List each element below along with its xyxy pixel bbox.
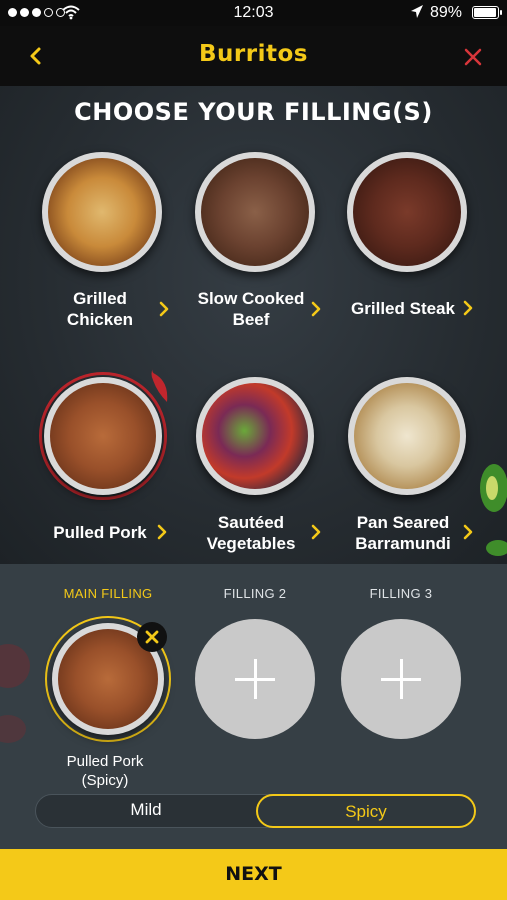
grilled-steak-image	[347, 152, 467, 272]
chili-pepper-icon	[151, 368, 168, 402]
slow-cooked-beef-image	[195, 152, 315, 272]
pepper-decoration-icon	[0, 644, 30, 743]
chevron-right-icon	[463, 524, 473, 540]
filling-label: Grilled Chicken	[66, 289, 134, 329]
filling-label: Slow Cooked Beef	[197, 289, 305, 329]
filling-label: Pan Seared Barramundi	[355, 513, 451, 553]
page-title: Burritos	[199, 41, 308, 67]
jalapeno-decoration-icon	[480, 464, 507, 556]
selected-filling-name: Pulled Pork (Spicy)	[66, 753, 144, 789]
battery-icon	[472, 6, 502, 19]
chevron-right-icon	[157, 524, 167, 540]
mild-option[interactable]: Mild	[36, 794, 256, 828]
next-button[interactable]: NEXT	[0, 849, 507, 900]
pulled-pork-image	[44, 377, 162, 495]
filling-2-add-slot[interactable]	[195, 619, 315, 739]
filling-2-label: FILLING 2	[223, 586, 287, 601]
filling-label: Pulled Pork	[53, 523, 147, 542]
chevron-right-icon	[159, 301, 169, 317]
remove-filling-button[interactable]	[137, 622, 167, 652]
section-heading: CHOOSE YOUR FILLING(S)	[74, 98, 433, 126]
filling-3-label: FILLING 3	[369, 586, 433, 601]
filling-3-add-slot[interactable]	[341, 619, 461, 739]
status-bar: 12:03 89%	[0, 0, 507, 26]
close-x-icon	[145, 630, 159, 644]
spicy-option[interactable]: Spicy	[256, 794, 476, 828]
filling-label: Sautéed Vegetables	[206, 513, 296, 553]
close-icon[interactable]	[460, 44, 486, 70]
battery-percent: 89%	[430, 4, 463, 21]
sauteed-vegetables-image	[196, 377, 314, 495]
grilled-chicken-image	[42, 152, 162, 272]
chevron-right-icon	[463, 300, 473, 316]
location-arrow-icon	[411, 5, 423, 18]
chevron-right-icon	[311, 524, 321, 540]
nav-bar: Burritos	[0, 26, 507, 86]
filling-selection-area: CHOOSE YOUR FILLING(S) Grilled Chicken Sl…	[0, 86, 507, 564]
selected-fillings-panel: MAIN FILLING FILLING 2 FILLING 3 Pulled …	[0, 564, 507, 849]
heat-level-toggle: Mild Spicy	[35, 794, 476, 828]
filling-label: Grilled Steak	[351, 299, 455, 318]
chevron-right-icon	[311, 301, 321, 317]
pan-seared-barramundi-image	[348, 377, 466, 495]
main-filling-label: MAIN FILLING	[63, 586, 153, 601]
